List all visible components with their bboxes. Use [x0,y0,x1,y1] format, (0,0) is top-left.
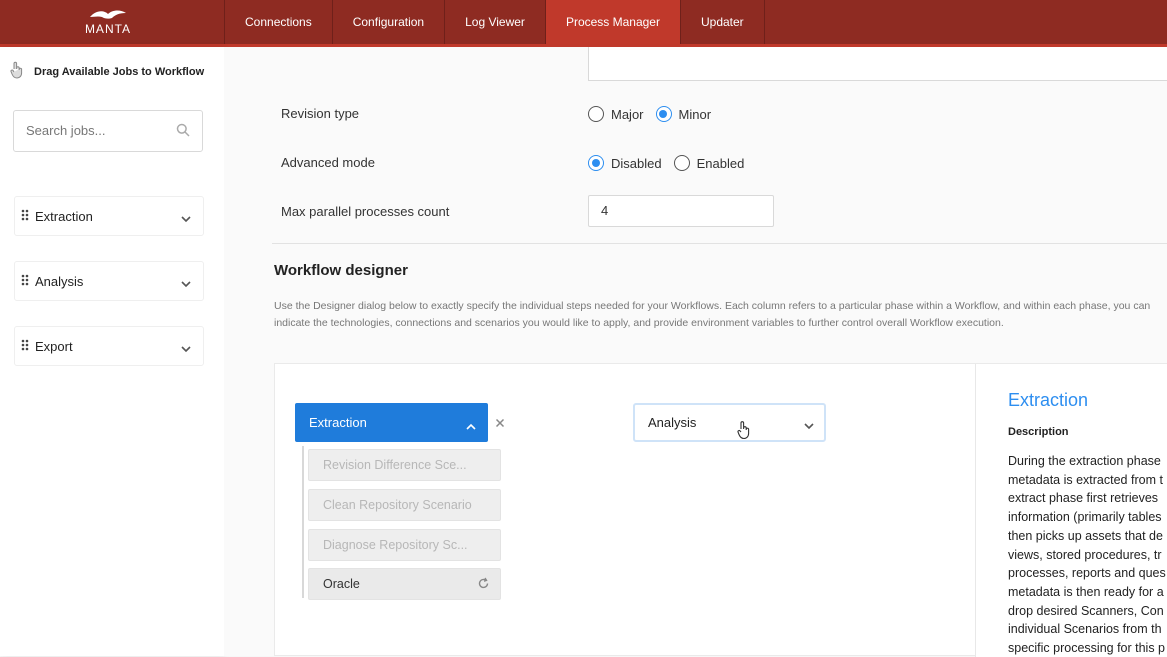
drag-grip-icon[interactable] [21,274,29,289]
logo-text: MANTA [84,22,132,36]
radio-button[interactable] [673,155,690,171]
drag-hint-label: Drag Available Jobs to Workflow [34,65,205,78]
advanced-mode-label: Advanced mode [281,155,375,170]
info-description-label: Description [1008,426,1069,438]
phase-label: Extraction [309,415,367,430]
info-description-text: During the extraction phase metadata is … [1008,452,1167,657]
info-line: individual Scenarios from th [1008,622,1162,637]
close-icon[interactable] [495,415,505,433]
search-jobs-box[interactable] [13,110,203,152]
drag-grip-icon[interactable] [21,209,29,224]
radio-label: Major [611,106,644,122]
job-oracle[interactable]: Oracle [308,568,501,600]
manta-logo[interactable]: MANTA [72,4,144,42]
advanced-mode-radio-group: Disabled Enabled [588,155,756,171]
section-divider [272,243,1167,244]
workflow-designer-title: Workflow designer [274,262,408,279]
nav-log-viewer[interactable]: Log Viewer [444,0,545,44]
max-parallel-label: Max parallel processes count [281,204,450,219]
main-nav: Connections Configuration Log Viewer Pro… [224,0,765,44]
category-label: Extraction [35,208,93,224]
info-line: specific processing for this p [1008,641,1166,656]
radio-major[interactable]: Major [588,106,644,122]
max-parallel-input[interactable]: 4 [588,195,774,227]
nav-updater[interactable]: Updater [679,0,765,44]
main-content: Revision type Major Minor Advanced mode … [224,47,1167,657]
jobs-sidebar: Drag Available Jobs to Workflow Extracti… [0,47,224,656]
radio-disabled[interactable]: Disabled [588,155,662,171]
radio-label: Enabled [696,155,745,171]
top-navigation-bar: MANTA Connections Configuration Log View… [0,0,1167,47]
radio-enabled[interactable]: Enabled [673,155,745,171]
workflow-designer-description: Use the Designer dialog below to exactly… [274,300,1151,329]
category-label: Export [35,338,73,354]
chevron-up-icon[interactable] [466,418,476,433]
refresh-icon[interactable] [477,577,490,593]
radio-button[interactable] [588,155,604,171]
drag-grip-icon[interactable] [21,339,29,354]
info-title: Extraction [1008,390,1089,410]
nav-configuration[interactable]: Configuration [331,0,444,44]
job-clean-repository[interactable]: Clean Repository Scenario [308,489,501,521]
info-line: drop desired Scanners, Con [1008,603,1164,618]
phase-label: Analysis [648,415,697,430]
radio-button[interactable] [655,106,672,122]
category-extraction[interactable]: Extraction [14,196,204,236]
radio-label: Disabled [611,155,662,171]
info-line: processes, reports and ques [1008,566,1166,581]
info-line: views, stored procedures, tr [1008,547,1162,562]
job-revision-difference[interactable]: Revision Difference Sce... [308,449,501,481]
radio-button[interactable] [588,106,604,122]
info-line: metadata is then ready for a [1008,584,1164,599]
phase-analysis-select[interactable]: Analysis [633,403,826,442]
info-line: information (primarily tables [1008,510,1162,525]
text-area-field[interactable] [588,47,1167,81]
radio-minor[interactable]: Minor [655,106,712,122]
job-label: Oracle [323,577,360,591]
phase-extraction-header[interactable]: Extraction [295,403,488,442]
manta-ray-icon [90,10,126,19]
job-diagnose-repository[interactable]: Diagnose Repository Sc... [308,529,501,561]
job-tree-line [302,446,304,598]
drag-hint: Drag Available Jobs to Workflow [10,61,204,82]
radio-label: Minor [678,106,712,122]
info-line: During the extraction phase [1008,454,1161,468]
chevron-down-icon[interactable] [181,276,191,291]
category-label: Analysis [35,273,84,289]
nav-process-manager[interactable]: Process Manager [544,0,680,44]
revision-type-label: Revision type [281,106,360,121]
phase-info-panel: Extraction Description During the extrac… [975,364,1167,657]
info-line: then picks up assets that de [1008,528,1163,543]
chevron-down-icon[interactable] [181,341,191,356]
chevron-down-icon[interactable] [804,418,814,433]
hand-drag-icon [10,61,24,82]
search-jobs-input[interactable] [24,122,168,139]
revision-type-radio-group: Major Minor [588,106,723,122]
hand-pointer-cursor-icon [736,420,752,445]
nav-connections[interactable]: Connections [224,0,332,44]
category-analysis[interactable]: Analysis [14,261,204,301]
info-line: metadata is extracted from t [1008,472,1163,487]
category-export[interactable]: Export [14,326,204,366]
workflow-designer-canvas: Extraction Revision Difference Sce... Cl… [274,363,1167,657]
info-line: extract phase first retrieves [1008,491,1159,506]
chevron-down-icon[interactable] [181,211,191,226]
search-icon[interactable] [176,123,190,142]
